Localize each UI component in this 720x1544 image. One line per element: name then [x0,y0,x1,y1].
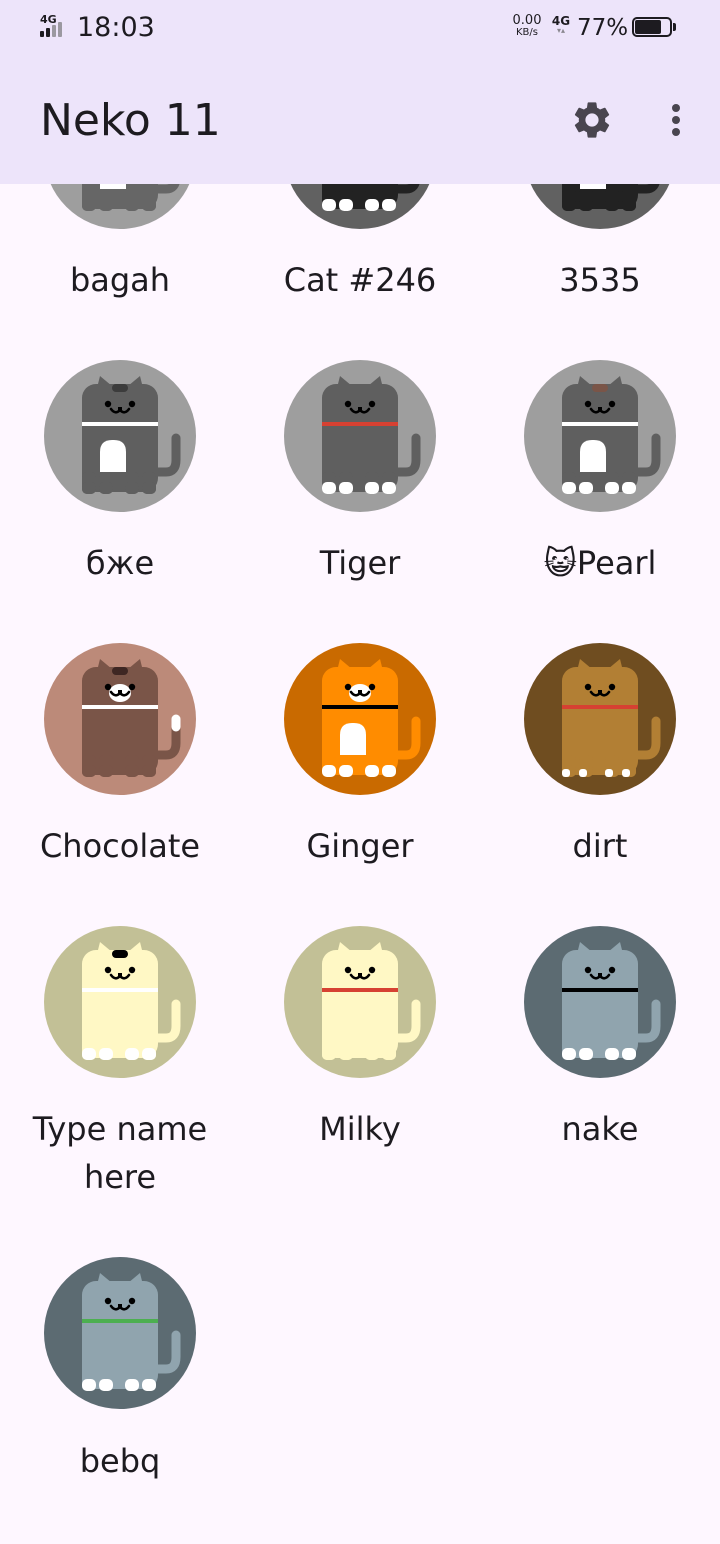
cat-avatar[interactable] [44,1257,196,1409]
cat-avatar[interactable] [524,926,676,1078]
cat-name: Milky [240,1105,480,1153]
cat-name-text: dirt [572,827,628,865]
cat-avatar[interactable] [44,643,196,795]
speed-unit: KB/s [516,27,538,38]
cat-name-text: Ginger [306,827,414,865]
cat-avatar[interactable] [524,643,676,795]
data-arrows-icon: ▾▴ [556,26,566,35]
cat-name: 3535 [480,256,720,304]
cat-name-text: 3535 [559,261,641,299]
cat-name-text: bagah [69,261,171,299]
cat-name-text: bebq [79,1442,161,1480]
app-title: Neko 11 [40,95,221,146]
data-network-icon: 4G ▾▴ [551,15,571,41]
gear-icon [574,102,610,138]
cat-illustration [44,643,196,795]
cat-name-text: Cat #246 [283,261,437,299]
cat-illustration [44,1257,196,1409]
cat-name-text: Chocolate [39,827,201,865]
cat-illustration [524,926,676,1078]
cat-name: dirt [480,822,720,870]
cat-illustration [44,360,196,512]
network-speed: 0.00 KB/s [508,13,546,38]
cat-name-text: Pearl [576,544,657,582]
cat-avatar[interactable] [44,360,196,512]
battery-icon [632,17,676,39]
cat-name: bebq [0,1437,240,1485]
cat-name: Cat #246 [240,256,480,304]
status-time: 18:03 [77,12,155,43]
cat-name: nake [480,1105,720,1153]
cat-illustration [524,360,676,512]
network-label: 4G [40,13,57,26]
cat-illustration [284,643,436,795]
cat-avatar[interactable] [524,360,676,512]
cat-name: Type name here [0,1105,240,1201]
cat-illustration [284,360,436,512]
cat-name: бже [0,539,240,587]
status-bar: 4G 18:03 0.00 KB/s 4G ▾▴ 77% [0,0,720,56]
cat-name-text: Type name here [32,1110,208,1196]
cat-name: Chocolate [0,822,240,870]
top-app-bar: 4G 18:03 0.00 KB/s 4G ▾▴ 77% Neko 11 [0,0,720,184]
settings-button[interactable] [566,94,618,146]
cat-name: Ginger [240,822,480,870]
cat-name-text: Tiger [319,544,401,582]
cat-grid: bagah Cat #246 3535 бже Tiger 😺Pearl Chocolate… [0,0,720,1544]
more-options-button[interactable] [656,94,696,146]
cat-name-text: nake [561,1110,639,1148]
cat-name: 😺Pearl [480,539,720,587]
cat-avatar[interactable] [284,360,436,512]
cat-name-text: бже [85,544,155,582]
cat-illustration [524,643,676,795]
cat-avatar[interactable] [284,643,436,795]
speed-value: 0.00 [512,13,542,28]
cat-illustration [44,926,196,1078]
more-vert-icon [672,104,680,136]
cat-avatar[interactable] [44,926,196,1078]
cat-name: bagah [0,256,240,304]
battery-percent: 77% [577,15,629,41]
cat-name-text: Milky [319,1110,401,1148]
cat-illustration [284,926,436,1078]
cat-name: Tiger [240,539,480,587]
cat-face-icon: 😺 [543,544,577,582]
cellular-signal-icon: 4G [40,14,72,40]
cat-avatar[interactable] [284,926,436,1078]
